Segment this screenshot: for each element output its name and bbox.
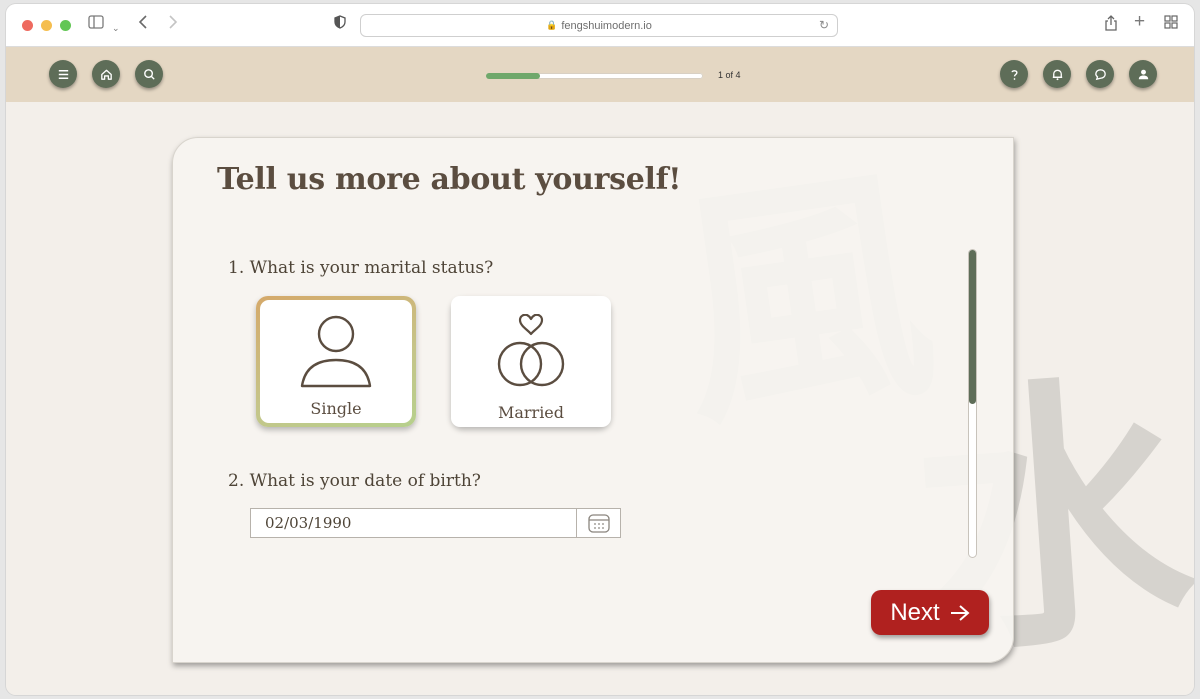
progress-label: 1 of 4: [718, 70, 741, 80]
progress-bar: [486, 73, 703, 79]
person-icon: [300, 315, 372, 388]
menu-icon: [58, 69, 68, 79]
chat-button[interactable]: [1086, 60, 1114, 88]
scrollbar[interactable]: [968, 249, 977, 558]
close-window-button[interactable]: [22, 20, 33, 31]
option-single-label: Single: [310, 399, 362, 418]
scrollbar-thumb[interactable]: [969, 250, 976, 404]
option-married-label: Married: [497, 403, 565, 422]
address-bar[interactable]: 🔒 fengshuimodern.io ↻: [360, 14, 838, 37]
browser-window: ⌄ 🔒 fengshuimodern.io ↻ + 1 of 4 水 Tell …: [6, 4, 1194, 695]
tab-overview-icon[interactable]: [1164, 15, 1178, 35]
browser-toolbar: ⌄ 🔒 fengshuimodern.io ↻ +: [6, 4, 1194, 47]
progress-fill: [486, 73, 541, 79]
calendar-icon: [587, 514, 610, 533]
profile-icon: [1138, 69, 1148, 79]
forward-icon[interactable]: [168, 15, 178, 35]
arrow-right-icon: [950, 604, 970, 621]
calendar-button[interactable]: [576, 509, 620, 537]
option-married[interactable]: Married: [451, 296, 611, 427]
next-button-label: Next: [890, 598, 940, 626]
minimize-window-button[interactable]: [41, 20, 52, 31]
new-tab-icon[interactable]: +: [1134, 12, 1145, 32]
profile-button[interactable]: [1129, 60, 1157, 88]
questionnaire-card: Tell us more about yourself! 1. What is …: [172, 137, 1014, 663]
search-button[interactable]: [135, 60, 163, 88]
back-icon[interactable]: [138, 15, 148, 35]
date-of-birth-field[interactable]: 02/03/1990: [250, 508, 621, 538]
rings-heart-icon: [497, 314, 565, 387]
chevron-down-icon[interactable]: ⌄: [112, 18, 120, 38]
home-button[interactable]: [92, 60, 120, 88]
share-icon[interactable]: [1104, 15, 1118, 37]
reload-icon[interactable]: ↻: [819, 18, 829, 32]
home-icon: [100, 69, 112, 80]
notification-icon: [1052, 69, 1062, 80]
notifications-button[interactable]: [1043, 60, 1071, 88]
question-date-of-birth: 2. What is your date of birth?: [228, 471, 481, 491]
url-text: fengshuimodern.io: [561, 19, 652, 32]
next-button[interactable]: Next: [871, 590, 989, 635]
main-content: 風 水 Tell us more about yourself! 1. What…: [6, 102, 1194, 695]
sidebar-toggle-icon[interactable]: [88, 15, 104, 35]
help-icon: [1010, 69, 1018, 80]
search-icon: [143, 68, 155, 80]
option-single[interactable]: Single: [256, 296, 416, 427]
date-of-birth-value[interactable]: 02/03/1990: [251, 514, 576, 532]
window-controls: [22, 20, 71, 31]
question-marital-status: 1. What is your marital status?: [228, 258, 494, 278]
maximize-window-button[interactable]: [60, 20, 71, 31]
app-header: 1 of 4: [6, 47, 1194, 102]
page-title: Tell us more about yourself!: [217, 162, 682, 197]
privacy-shield-icon[interactable]: [334, 15, 346, 35]
chat-icon: [1094, 68, 1106, 80]
help-button[interactable]: [1000, 60, 1028, 88]
menu-button[interactable]: [49, 60, 77, 88]
lock-icon: 🔒: [546, 20, 558, 30]
